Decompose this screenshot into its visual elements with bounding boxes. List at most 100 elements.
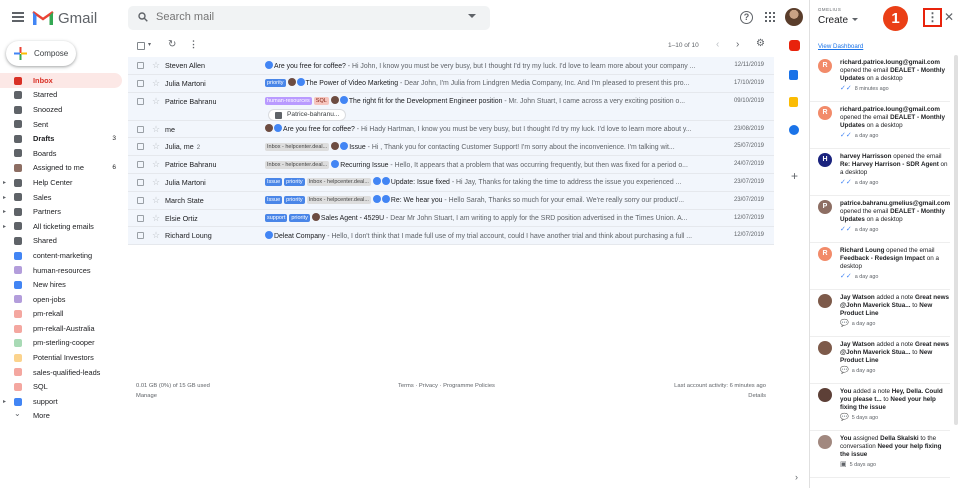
sidebar-item-potential-investors[interactable]: Potential Investors <box>0 350 128 365</box>
star-icon[interactable]: ☆ <box>152 159 160 170</box>
search-options-icon[interactable] <box>468 14 476 18</box>
apps-grid-icon[interactable] <box>765 12 775 22</box>
email-row[interactable]: ☆ Julia Martoni Issue priority Inbox - helpc… <box>128 173 774 192</box>
expand-arrow-icon[interactable]: ▸ <box>3 223 6 230</box>
email-checkbox[interactable] <box>137 232 144 240</box>
email-row[interactable]: ☆ Julia, me 2 Inbox - helpcenter.deal... Iss… <box>128 138 774 157</box>
sidebar-item-inbox[interactable]: Inbox <box>0 73 122 88</box>
main-menu-icon[interactable] <box>12 12 24 22</box>
email-row[interactable]: ☆ Patrice Bahranu human-resources SQL The ri… <box>128 92 774 121</box>
manage-link[interactable]: Manage <box>136 393 157 399</box>
close-panel-icon[interactable]: ✕ <box>944 10 954 24</box>
email-row[interactable]: ☆ Julia Martoni priority The Power of Video… <box>128 74 774 93</box>
email-checkbox[interactable] <box>137 178 144 186</box>
email-checkbox[interactable] <box>137 97 144 105</box>
calendar-app-icon[interactable] <box>789 70 798 80</box>
email-row[interactable]: ☆ Richard Loung Deleat Company - Hello, I … <box>128 227 774 246</box>
sidebar-item-drafts[interactable]: Drafts 3 <box>0 131 128 146</box>
create-dropdown[interactable]: Create <box>818 15 858 26</box>
expand-arrow-icon[interactable]: ▸ <box>3 208 6 215</box>
panel-kebab-menu-icon[interactable]: ⋮ <box>923 8 942 27</box>
sidebar-item-boards[interactable]: Boards <box>0 146 128 161</box>
sidebar-item-sales[interactable]: ▸ Sales <box>0 190 128 205</box>
email-checkbox[interactable] <box>137 161 144 169</box>
sidebar-item-pm-rekall[interactable]: pm-rekall <box>0 307 128 322</box>
expand-arrow-icon[interactable]: ▸ <box>3 179 6 186</box>
tasks-app-icon[interactable] <box>789 125 799 135</box>
notification-item[interactable]: You added a note Hey, Della. Could you p… <box>810 384 950 431</box>
email-label[interactable]: Inbox - helpcenter.deal... <box>306 196 371 205</box>
sidebar-item-help-center[interactable]: ▸ Help Center <box>0 175 128 190</box>
sidebar-item-shared[interactable]: Shared <box>0 234 128 249</box>
more-options-icon[interactable]: ⋮ <box>189 39 198 50</box>
sidebar-item-support[interactable]: ▸ support <box>0 394 128 409</box>
gmelius-app-icon[interactable] <box>789 40 800 51</box>
expand-arrow-icon[interactable]: ▸ <box>3 194 6 201</box>
notification-item[interactable]: Jay Watson added a note Great news @John… <box>810 290 950 337</box>
email-checkbox[interactable] <box>137 62 144 69</box>
gmail-logo-icon[interactable] <box>32 9 54 26</box>
search-bar[interactable] <box>128 6 490 30</box>
email-label[interactable]: priority <box>284 196 305 205</box>
email-checkbox[interactable] <box>137 143 144 151</box>
email-checkbox[interactable] <box>137 79 144 87</box>
email-checkbox[interactable] <box>137 214 144 222</box>
email-label[interactable]: SQL <box>313 97 329 106</box>
email-label[interactable]: Issue <box>265 178 283 187</box>
star-icon[interactable]: ☆ <box>152 213 160 224</box>
star-icon[interactable]: ☆ <box>152 195 160 206</box>
email-label[interactable]: priority <box>265 79 286 88</box>
star-icon[interactable]: ☆ <box>152 78 160 89</box>
email-label[interactable]: Issue <box>265 196 283 205</box>
search-icon[interactable] <box>138 12 148 22</box>
email-label[interactable]: human-resources <box>265 97 312 106</box>
expand-panel-icon[interactable]: › <box>795 472 798 482</box>
email-row[interactable]: ☆ March State Issue priority Inbox - helpcen… <box>128 191 774 210</box>
notification-item[interactable]: You assigned Della Skalski to the conver… <box>810 431 950 478</box>
sidebar-item-human-resources[interactable]: human-resources <box>0 263 128 278</box>
compose-button[interactable]: Compose <box>6 41 76 66</box>
sidebar-item-sent[interactable]: Sent <box>0 117 128 132</box>
select-all-checkbox[interactable] <box>137 42 145 50</box>
attachment-chip[interactable]: Patrice-bahranu... <box>268 108 347 121</box>
help-icon[interactable]: ? <box>740 11 753 24</box>
sidebar-item-assigned-to-me[interactable]: Assigned to me 6 <box>0 161 128 176</box>
sidebar-item-all-ticketing-emails[interactable]: ▸ All ticketing emails <box>0 219 128 234</box>
sidebar-item-snoozed[interactable]: Snoozed <box>0 102 128 117</box>
email-checkbox[interactable] <box>137 196 144 204</box>
notification-item[interactable]: Rrichard.patrice.loung@gmail.com opened … <box>810 102 950 149</box>
notification-item[interactable]: R Richard Loung opened the email Feedback… <box>810 243 950 290</box>
star-icon[interactable]: ☆ <box>152 124 160 135</box>
email-label[interactable]: Inbox - helpcenter.deal... <box>306 178 371 187</box>
star-icon[interactable]: ☆ <box>152 230 160 241</box>
newer-page-icon[interactable]: ‹ <box>716 39 719 50</box>
sidebar-item-pm-sterling-cooper[interactable]: pm-sterling-cooper <box>0 336 128 351</box>
search-input[interactable] <box>156 11 456 23</box>
expand-arrow-icon[interactable]: ▸ <box>3 398 6 405</box>
star-icon[interactable]: ☆ <box>152 141 160 152</box>
details-link[interactable]: Details <box>748 393 766 399</box>
email-label[interactable]: support <box>265 214 288 223</box>
star-icon[interactable]: ☆ <box>152 177 160 188</box>
notification-item[interactable]: Hharvey Harrisson opened the email Re: H… <box>810 149 950 196</box>
email-label[interactable]: priority <box>289 214 310 223</box>
panel-scrollbar[interactable] <box>954 55 958 425</box>
view-dashboard-link[interactable]: View Dashboard <box>818 43 863 50</box>
notification-item[interactable]: Rrichard.patrice.loung@gmail.com opened … <box>810 55 950 102</box>
refresh-icon[interactable]: ↻ <box>168 39 176 50</box>
notification-item[interactable]: Ppatrice.bahranu.gmelius@gmail.com opene… <box>810 196 950 243</box>
keep-app-icon[interactable] <box>789 97 798 107</box>
star-icon[interactable]: ☆ <box>152 96 160 107</box>
sidebar-item-partners[interactable]: ▸ Partners <box>0 204 128 219</box>
email-label[interactable]: Inbox - helpcenter.deal... <box>265 160 330 169</box>
star-icon[interactable]: ☆ <box>152 60 160 71</box>
email-label[interactable]: Inbox - helpcenter.deal... <box>265 142 330 151</box>
email-row[interactable]: ☆ Elsie Ortiz support priority Sales Agent -… <box>128 209 774 228</box>
notification-item[interactable]: Jay Watson added a note Great news @John… <box>810 337 950 384</box>
sidebar-item-starred[interactable]: Starred <box>0 88 128 103</box>
email-label[interactable]: priority <box>284 178 305 187</box>
account-avatar[interactable] <box>785 8 803 26</box>
sidebar-item-open-jobs[interactable]: open-jobs <box>0 292 128 307</box>
email-checkbox[interactable] <box>137 125 144 133</box>
settings-gear-icon[interactable]: ⚙ <box>756 38 765 49</box>
